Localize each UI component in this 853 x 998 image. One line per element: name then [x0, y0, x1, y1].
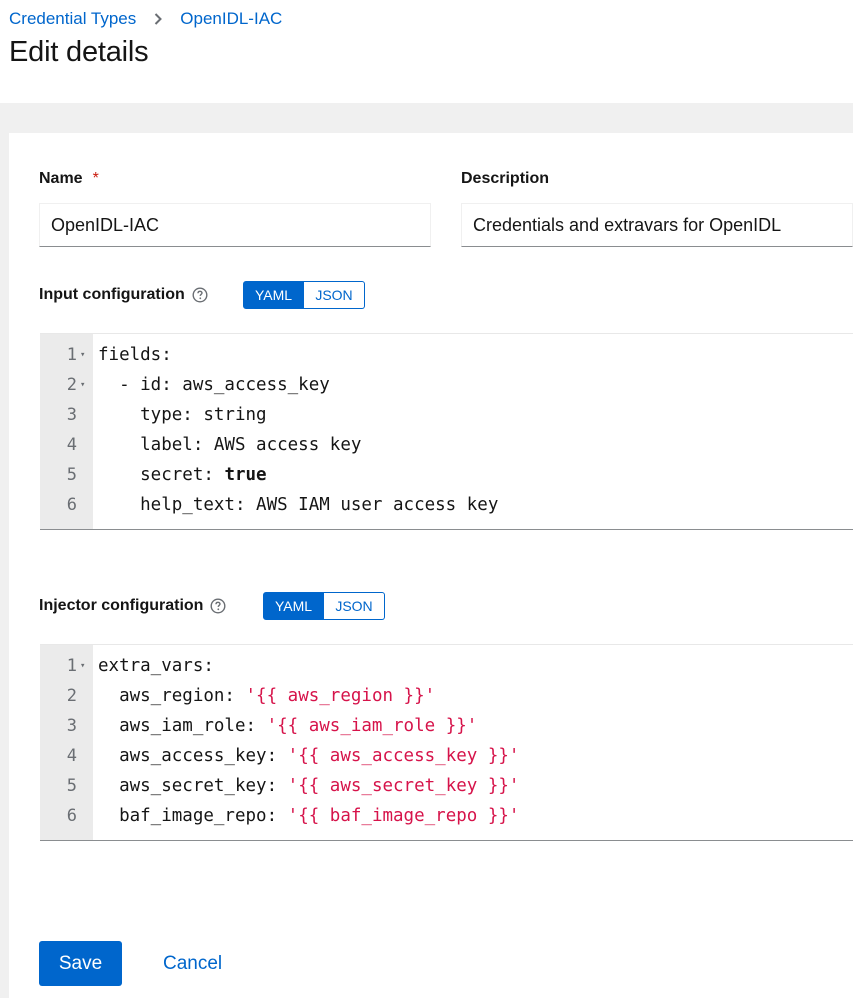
code-text: aws_iam_role: '{{ aws_iam_role }}' [98, 711, 477, 741]
code-token: label: AWS access key [98, 435, 362, 455]
code-text: aws_access_key: '{{ aws_access_key }}' [98, 741, 519, 771]
code-text: secret: true [98, 460, 267, 490]
required-asterisk: * [92, 170, 99, 187]
code-text: extra_vars: [98, 651, 214, 681]
code-token: secret: [98, 465, 225, 485]
help-circle-icon[interactable] [192, 287, 208, 303]
line-number: 6 [66, 495, 77, 515]
input-configuration-label: Input configuration [39, 286, 208, 304]
fold-caret-icon[interactable]: ▾ [80, 651, 85, 681]
code-token: fields: [98, 345, 172, 365]
input-format-toggle: YAML JSON [243, 281, 365, 309]
code-line: 1 ▾ extra_vars: [40, 651, 853, 681]
chevron-right-icon [155, 13, 163, 25]
line-number: 3 [66, 405, 77, 425]
code-line: 3 type: string [40, 400, 853, 430]
injector-configuration-label: Injector configuration [39, 597, 226, 615]
fold-caret-icon[interactable]: ▾ [80, 370, 85, 400]
injector-json-toggle[interactable]: JSON [324, 592, 385, 620]
line-number: 5 [66, 465, 77, 485]
code-string-token: '{{ baf_image_repo }}' [287, 806, 520, 826]
code-token: baf_image_repo: [98, 806, 288, 826]
code-line: 3 aws_iam_role: '{{ aws_iam_role }}' [40, 711, 853, 741]
code-line: 5 aws_secret_key: '{{ aws_secret_key }}' [40, 771, 853, 801]
code-string-token: '{{ aws_region }}' [245, 686, 436, 706]
input-configuration-editor[interactable]: 1 ▾ fields: 2 ▾ - id: aws_access_key 3 type: … [40, 333, 853, 530]
line-number: 2 [66, 375, 77, 395]
code-line: 6 help_text: AWS IAM user access key [40, 490, 853, 520]
injector-configuration-editor[interactable]: 1 ▾ extra_vars: 2 aws_region: '{{ aws_regio… [40, 644, 853, 841]
code-string-token: '{{ aws_access_key }}' [287, 746, 520, 766]
code-text: - id: aws_access_key [98, 370, 330, 400]
code-text: label: AWS access key [98, 430, 361, 460]
name-input[interactable]: OpenIDL-IAC [39, 203, 431, 247]
code-text: fields: [98, 340, 172, 370]
code-token: aws_secret_key: [98, 776, 288, 796]
code-line: 5 secret: true [40, 460, 853, 490]
fold-caret-icon[interactable]: ▾ [80, 340, 85, 370]
save-button[interactable]: Save [39, 941, 122, 986]
input-json-toggle[interactable]: JSON [304, 281, 365, 309]
code-token: type: string [98, 405, 267, 425]
input-configuration-label-text: Input configuration [39, 286, 185, 303]
code-line: 6 baf_image_repo: '{{ baf_image_repo }}' [40, 801, 853, 831]
line-number: 3 [66, 716, 77, 736]
code-string-token: '{{ aws_secret_key }}' [287, 776, 520, 796]
code-text: help_text: AWS IAM user access key [98, 490, 498, 520]
cancel-button[interactable]: Cancel [154, 941, 231, 986]
line-number: 1 [66, 345, 77, 365]
help-circle-icon[interactable] [210, 598, 226, 614]
code-token: help_text: AWS IAM user access key [98, 495, 499, 515]
code-line: 2 aws_region: '{{ aws_region }}' [40, 681, 853, 711]
code-text: aws_secret_key: '{{ aws_secret_key }}' [98, 771, 519, 801]
code-text: type: string [98, 400, 267, 430]
code-line: 4 aws_access_key: '{{ aws_access_key }}' [40, 741, 853, 771]
code-line: 4 label: AWS access key [40, 430, 853, 460]
line-number: 6 [66, 806, 77, 826]
line-number: 4 [66, 435, 77, 455]
line-number: 4 [66, 746, 77, 766]
breadcrumb-current-item[interactable]: OpenIDL-IAC [180, 9, 282, 29]
line-number: 1 [66, 656, 77, 676]
injector-format-toggle: YAML JSON [263, 592, 385, 620]
name-label-text: Name [39, 170, 83, 187]
breadcrumb: Credential Types OpenIDL-IAC [9, 9, 282, 29]
edit-form-card: Name * OpenIDL-IAC Description Credentia… [9, 133, 853, 998]
code-token: aws_access_key: [98, 746, 288, 766]
code-string-token: '{{ aws_iam_role }}' [266, 716, 478, 736]
page-title: Edit details [9, 36, 149, 68]
code-text: aws_region: '{{ aws_region }}' [98, 681, 435, 711]
line-number: 2 [66, 686, 77, 706]
line-number: 5 [66, 776, 77, 796]
code-token: - id: aws_access_key [98, 375, 330, 395]
description-label: Description [461, 170, 550, 187]
code-token: aws_region: [98, 686, 246, 706]
code-token: aws_iam_role: [98, 716, 267, 736]
description-input[interactable]: Credentials and extravars for OpenIDL [461, 203, 853, 247]
code-keyword-token: true [224, 465, 267, 485]
code-line: 1 ▾ fields: [40, 340, 853, 370]
name-label: Name * [39, 170, 99, 188]
injector-configuration-label-text: Injector configuration [39, 597, 204, 614]
injector-yaml-toggle[interactable]: YAML [263, 592, 324, 620]
code-line: 2 ▾ - id: aws_access_key [40, 370, 853, 400]
breadcrumb-credential-types[interactable]: Credential Types [9, 9, 136, 29]
code-token: extra_vars: [98, 656, 214, 676]
code-text: baf_image_repo: '{{ baf_image_repo }}' [98, 801, 519, 831]
input-yaml-toggle[interactable]: YAML [243, 281, 304, 309]
page-header: Credential Types OpenIDL-IAC Edit detail… [0, 0, 853, 103]
